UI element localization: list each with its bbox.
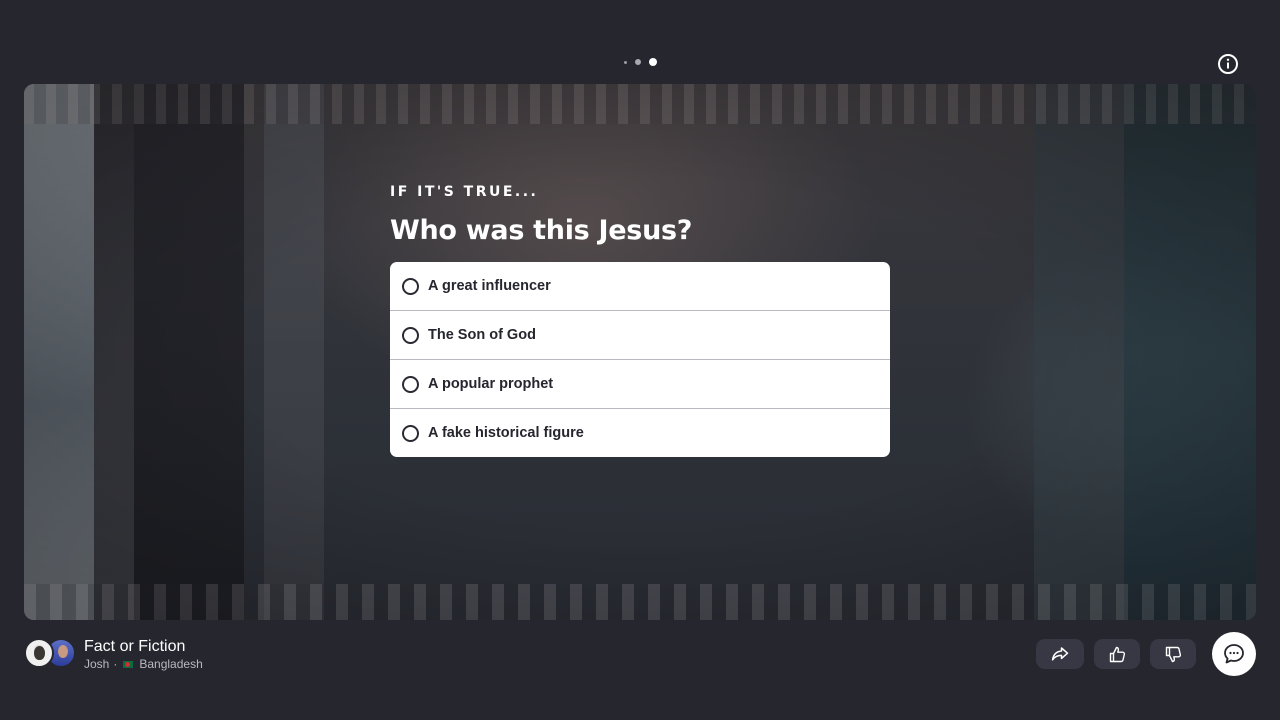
journey-meta: Fact or Fiction Josh · Bangladesh	[84, 637, 203, 671]
author-avatars[interactable]	[24, 638, 78, 668]
eyebrow-text: IF IT'S TRUE...	[390, 184, 539, 200]
separator: ·	[113, 657, 118, 671]
radio-circle-icon	[402, 326, 419, 344]
author-name: Josh	[84, 657, 110, 671]
option-fake-historical-figure[interactable]: A fake historical figure	[390, 409, 890, 457]
journey-title: Fact or Fiction	[84, 638, 186, 655]
like-button[interactable]	[1094, 639, 1140, 669]
bangladesh-flag-icon	[123, 660, 134, 668]
thumbs-down-icon	[1165, 646, 1181, 662]
question-card: IF IT'S TRUE... Who was this Jesus? A gr…	[24, 84, 1256, 620]
options-list: A great influencer The Son of God A popu…	[390, 262, 890, 457]
chat-button[interactable]	[1212, 632, 1256, 676]
thumbs-up-icon	[1109, 646, 1125, 662]
radio-circle-icon	[402, 375, 419, 393]
option-label: A fake historical figure	[428, 425, 584, 441]
option-label: A great influencer	[428, 278, 551, 294]
avatar	[24, 638, 54, 668]
share-button[interactable]	[1036, 639, 1084, 669]
radio-circle-icon	[402, 277, 419, 295]
progress-dot-active	[648, 58, 657, 66]
option-great-influencer[interactable]: A great influencer	[390, 262, 890, 311]
question-title: Who was this Jesus?	[390, 215, 693, 246]
progress-dot	[634, 59, 641, 65]
journey-author-line: Josh · Bangladesh	[84, 657, 203, 671]
info-button[interactable]	[1217, 53, 1239, 75]
country-name: Bangladesh	[139, 657, 203, 671]
radio-circle-icon	[402, 424, 419, 442]
option-son-of-god[interactable]: The Son of God	[390, 311, 890, 360]
info-icon	[1218, 54, 1238, 74]
progress-dot	[623, 60, 627, 64]
question-content: IF IT'S TRUE... Who was this Jesus? A gr…	[390, 184, 890, 457]
chat-icon	[1224, 644, 1244, 664]
share-icon	[1051, 647, 1069, 661]
dislike-button[interactable]	[1150, 639, 1196, 669]
option-label: The Son of God	[428, 327, 536, 343]
option-label: A popular prophet	[428, 376, 554, 392]
footer-bar: Fact or Fiction Josh · Bangladesh	[24, 632, 1256, 676]
progress-dots	[0, 58, 1280, 66]
option-popular-prophet[interactable]: A popular prophet	[390, 360, 890, 409]
